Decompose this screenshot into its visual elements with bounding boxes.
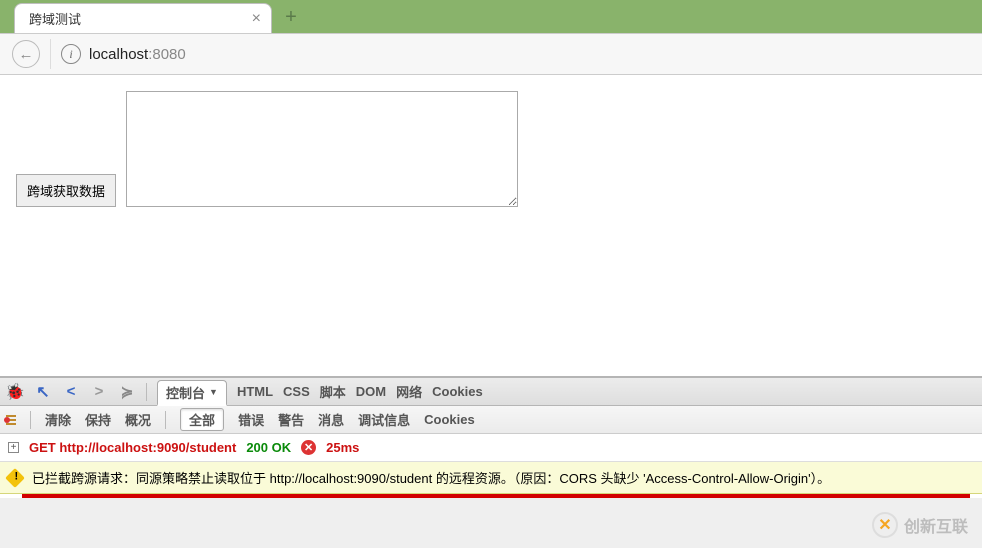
tab-cookies[interactable]: Cookies — [432, 384, 483, 399]
back-icon[interactable]: < — [62, 383, 80, 401]
network-row[interactable]: + GET http://localhost:9090/student 200 … — [0, 434, 982, 462]
filter-errors[interactable]: 错误 — [238, 410, 264, 429]
address-bar: ← i localhost:8080 — [0, 33, 982, 75]
inspector-icon[interactable]: ↖ — [34, 383, 52, 401]
error-icon: ✕ — [301, 440, 316, 455]
watermark: ✕ 创新互联 — [872, 512, 968, 538]
breadcrumb-icon[interactable]: ≽ — [118, 383, 136, 401]
filter-debug[interactable]: 调试信息 — [358, 410, 410, 429]
status-text: 200 OK — [246, 440, 291, 455]
console-toolbar: 清除 保持 概况 全部 错误 警告 消息 调试信息 Cookies — [0, 406, 982, 434]
overview-button[interactable]: 概况 — [125, 410, 151, 429]
warning-icon — [5, 468, 25, 488]
forward-icon[interactable]: > — [90, 383, 108, 401]
divider — [30, 411, 31, 429]
tab-dom[interactable]: DOM — [356, 384, 386, 399]
divider — [165, 411, 166, 429]
watermark-icon: ✕ — [872, 512, 898, 538]
request-time: 25ms — [326, 440, 359, 455]
back-button[interactable]: ← — [12, 40, 40, 68]
url-host: localhost — [89, 46, 148, 63]
warning-text: 已拦截跨源请求：同源策略禁止读取位于 http://localhost:9090… — [32, 468, 830, 487]
clear-button[interactable]: 清除 — [45, 410, 71, 429]
tab-console[interactable]: 控制台▼ — [157, 380, 227, 406]
filter-cookies[interactable]: Cookies — [424, 412, 475, 427]
browser-tabbar: 跨域测试 × + — [0, 0, 982, 33]
filter-warnings[interactable]: 警告 — [278, 410, 304, 429]
console-warning-row: 已拦截跨源请求：同源策略禁止读取位于 http://localhost:9090… — [0, 462, 982, 494]
expand-icon[interactable]: + — [8, 442, 19, 453]
divider — [146, 383, 147, 401]
tab-script[interactable]: 脚本 — [320, 382, 346, 401]
close-icon[interactable]: × — [252, 10, 261, 28]
chevron-down-icon: ▼ — [209, 387, 218, 397]
devtools-footer — [0, 498, 982, 548]
persist-button[interactable]: 保持 — [85, 410, 111, 429]
request-line: GET http://localhost:9090/student — [29, 440, 236, 455]
divider — [50, 39, 51, 69]
filter-icon[interactable] — [6, 415, 16, 425]
cross-origin-fetch-button[interactable]: 跨域获取数据 — [16, 174, 116, 207]
filter-messages[interactable]: 消息 — [318, 410, 344, 429]
url-port: :8080 — [148, 46, 186, 63]
result-textarea[interactable] — [126, 91, 518, 207]
tab-title: 跨域测试 — [29, 9, 81, 28]
page-content: 跨域获取数据 — [0, 75, 982, 223]
new-tab-button[interactable]: + — [276, 6, 306, 29]
watermark-text: 创新互联 — [904, 513, 968, 537]
filter-all[interactable]: 全部 — [180, 408, 224, 431]
devtools-tabstrip: 🐞 ↖ < > ≽ 控制台▼ HTML CSS 脚本 DOM 网络 Cookie… — [0, 378, 982, 406]
tab-css[interactable]: CSS — [283, 384, 310, 399]
tab-network[interactable]: 网络 — [396, 382, 422, 401]
browser-tab[interactable]: 跨域测试 × — [14, 3, 272, 33]
info-icon[interactable]: i — [61, 44, 81, 64]
url-display[interactable]: localhost:8080 — [89, 46, 186, 63]
tab-html[interactable]: HTML — [237, 384, 273, 399]
devtools-panel: 🐞 ↖ < > ≽ 控制台▼ HTML CSS 脚本 DOM 网络 Cookie… — [0, 376, 982, 548]
firebug-icon[interactable]: 🐞 — [6, 383, 24, 401]
